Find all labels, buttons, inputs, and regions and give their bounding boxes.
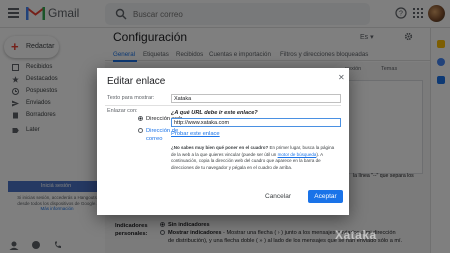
radio-icon[interactable] (138, 128, 143, 133)
accept-button[interactable]: Aceptar (308, 190, 343, 203)
text-to-display-input[interactable] (171, 94, 341, 103)
url-input[interactable] (171, 118, 341, 127)
test-link[interactable]: Probar este enlace (171, 131, 220, 137)
cancel-button[interactable]: Cancelar (265, 193, 291, 200)
search-engine-link[interactable]: motor de búsqueda (278, 152, 317, 157)
option-email-label-line2[interactable]: correo (146, 136, 162, 142)
link-to-label: Enlazar con: (107, 108, 138, 114)
edit-link-dialog: Editar enlace ✕ Texto para mostrar: Enla… (97, 68, 349, 215)
dialog-title: Editar enlace (107, 76, 166, 87)
close-icon[interactable]: ✕ (338, 73, 345, 82)
radio-selected-icon[interactable] (138, 116, 143, 121)
watermark: Xataka (335, 228, 377, 242)
help-text: ¿No sabes muy bien qué poner en el cuadr… (171, 145, 336, 171)
divider (105, 105, 341, 106)
text-to-display-label: Texto para mostrar: (107, 95, 155, 101)
url-question: ¿A qué URL debe ir este enlace? (171, 110, 258, 116)
help-bold: ¿No sabes muy bien qué poner en el cuadr… (171, 145, 269, 150)
